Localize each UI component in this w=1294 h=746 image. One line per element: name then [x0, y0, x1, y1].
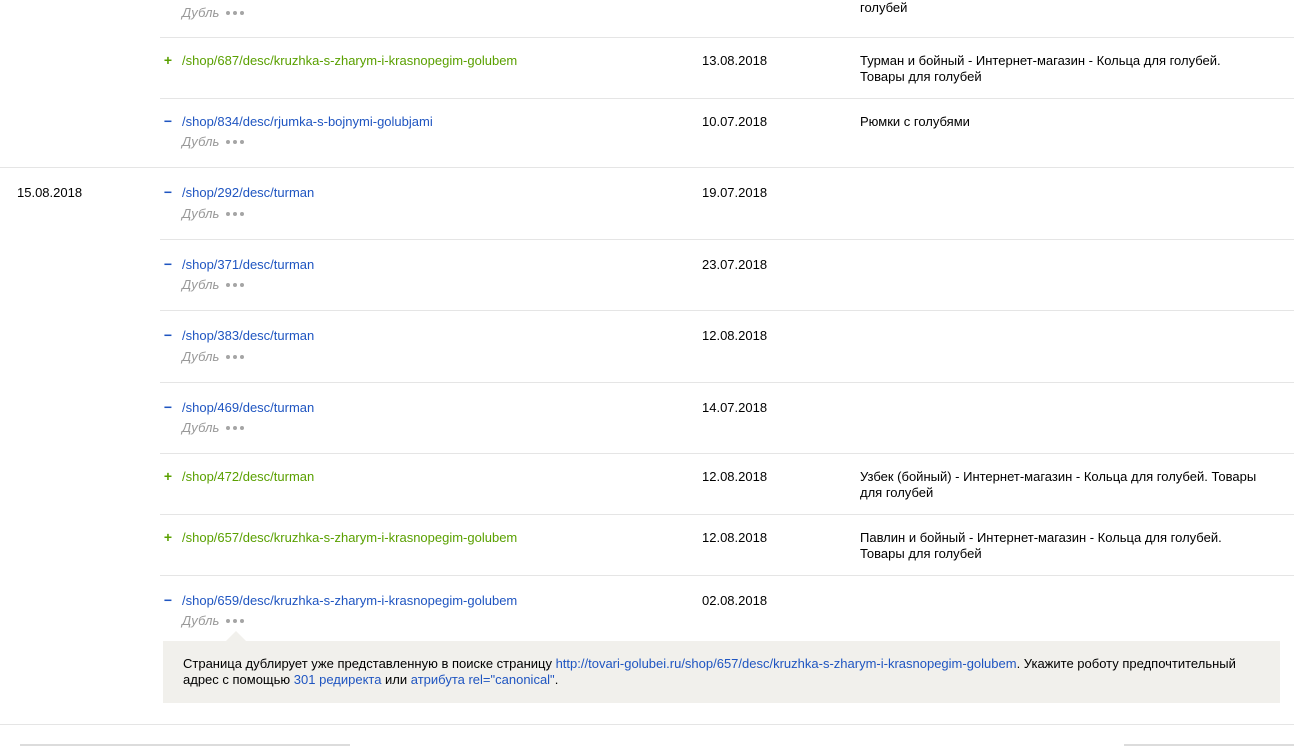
row-date: 19.07.2018	[702, 185, 768, 200]
url-link[interactable]: /shop/469/desc/turman	[182, 400, 314, 415]
row-date: 12.08.2018	[702, 530, 768, 545]
rel-canonical-link[interactable]: атрибута rel="canonical"	[411, 672, 555, 687]
group-divider	[0, 724, 1294, 725]
dup-label: Дубль	[182, 5, 220, 20]
more-dots-icon[interactable]	[226, 206, 244, 221]
minus-icon: −	[163, 592, 173, 608]
minus-icon: −	[163, 327, 173, 343]
more-dots-icon[interactable]	[226, 134, 244, 149]
url-link[interactable]: /shop/383/desc/turman	[182, 328, 314, 343]
dup-label: Дубль	[182, 206, 220, 221]
plus-icon: +	[163, 529, 173, 545]
more-dots-icon[interactable]	[226, 420, 244, 435]
row-date: 10.07.2018	[702, 114, 768, 129]
row-divider	[160, 37, 1294, 38]
tooltip-text: Страница дублирует уже представленную в …	[183, 656, 556, 671]
row-title: Рюмки с голубями	[860, 114, 970, 129]
row-date: 14.07.2018	[702, 400, 768, 415]
row-date: 23.07.2018	[702, 257, 768, 272]
dup-label: Дубль	[182, 613, 220, 628]
row-divider	[160, 98, 1294, 99]
row-title: Узбек (бойный) - Интернет-магазин - Коль…	[860, 469, 1257, 500]
row-title: Турман и бойный - Интернет-магазин - Кол…	[860, 53, 1221, 84]
minus-icon: −	[163, 113, 173, 129]
more-dots-icon[interactable]	[226, 277, 244, 292]
dup-label: Дубль	[182, 349, 220, 364]
row-date: 12.08.2018	[702, 469, 768, 484]
row-divider	[160, 453, 1294, 454]
row-divider	[160, 239, 1294, 240]
group-date: 15.08.2018	[17, 185, 83, 200]
row-divider	[160, 310, 1294, 311]
minus-icon: −	[163, 184, 173, 200]
tooltip-arrow	[226, 631, 246, 641]
row-date: 13.08.2018	[702, 53, 768, 68]
duplicates-page: Дубль голубей + /shop/687/desc/kruzhka-s…	[0, 0, 1294, 746]
minus-icon: −	[163, 256, 173, 272]
more-dots-icon[interactable]	[226, 613, 244, 628]
redirect-301-link[interactable]: 301 редиректа	[294, 672, 382, 687]
tooltip-text: или	[381, 672, 411, 687]
url-link[interactable]: /shop/292/desc/turman	[182, 185, 314, 200]
plus-icon: +	[163, 468, 173, 484]
plus-icon: +	[163, 52, 173, 68]
url-link[interactable]: /shop/657/desc/kruzhka-s-zharym-i-krasno…	[182, 530, 517, 545]
row-title: Павлин и бойный - Интернет-магазин - Кол…	[860, 530, 1222, 561]
url-link[interactable]: /shop/472/desc/turman	[182, 469, 314, 484]
url-link[interactable]: /shop/834/desc/rjumka-s-bojnymi-golubjam…	[182, 114, 433, 129]
row-divider	[160, 382, 1294, 383]
url-link[interactable]: /shop/371/desc/turman	[182, 257, 314, 272]
tooltip-text: .	[554, 672, 559, 687]
minus-icon: −	[163, 399, 173, 415]
row-date: 12.08.2018	[702, 328, 768, 343]
canonical-page-link[interactable]: http://tovari-golubei.ru/shop/657/desc/k…	[556, 656, 1017, 671]
row-divider	[160, 575, 1294, 576]
row-date: 02.08.2018	[702, 593, 768, 608]
url-link[interactable]: /shop/687/desc/kruzhka-s-zharym-i-krasno…	[182, 53, 517, 68]
more-dots-icon[interactable]	[226, 349, 244, 364]
group-divider	[0, 167, 1294, 168]
title-tail: голубей	[860, 0, 908, 15]
row-divider	[160, 514, 1294, 515]
dup-label: Дубль	[182, 134, 220, 149]
duplicate-tooltip: Страница дублирует уже представленную в …	[163, 641, 1280, 703]
more-dots-icon[interactable]	[226, 5, 244, 20]
dup-label: Дубль	[182, 277, 220, 292]
url-link[interactable]: /shop/659/desc/kruzhka-s-zharym-i-krasno…	[182, 593, 517, 608]
dup-label: Дубль	[182, 420, 220, 435]
